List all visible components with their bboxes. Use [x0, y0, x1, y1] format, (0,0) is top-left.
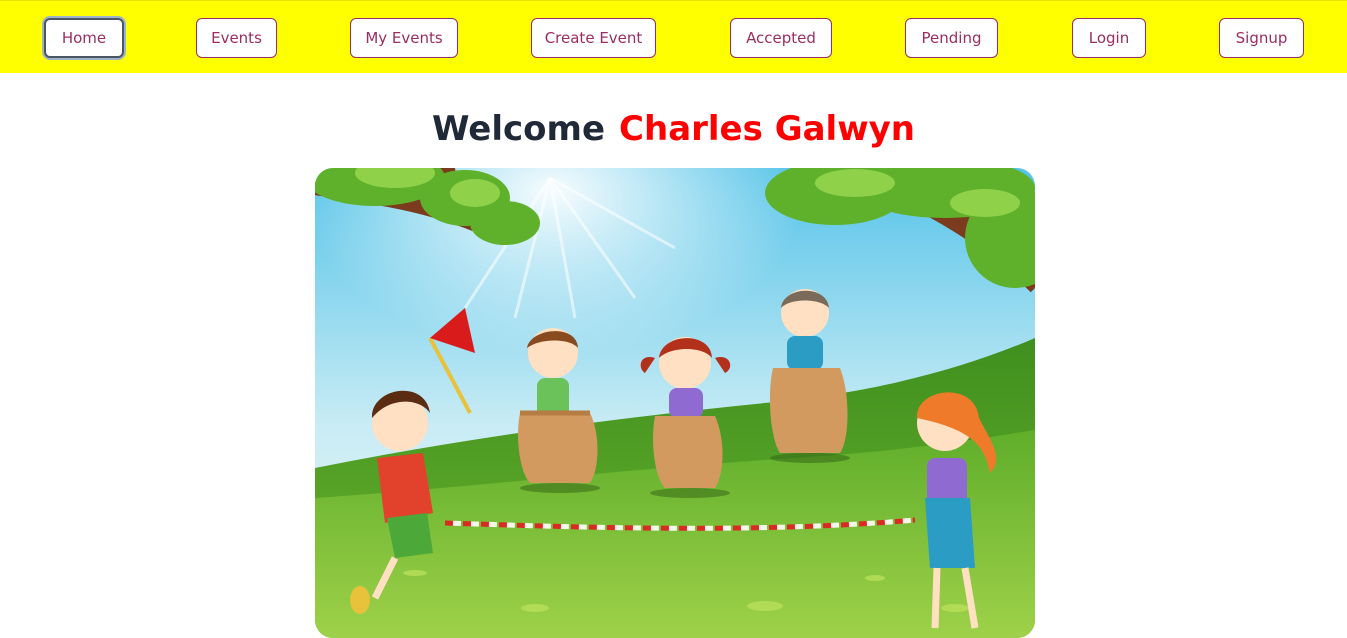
nav-create-event-button[interactable]: Create Event	[531, 18, 656, 58]
nav-events-button[interactable]: Events	[196, 18, 277, 58]
nav-signup-button[interactable]: Signup	[1219, 18, 1304, 58]
nav-my-events-button[interactable]: My Events	[350, 18, 458, 58]
hero-image	[315, 168, 1035, 638]
top-navbar: Home Events My Events Create Event Accep…	[0, 0, 1347, 73]
nav-home-button[interactable]: Home	[44, 18, 124, 58]
welcome-user-name: Charles Galwyn	[619, 109, 915, 149]
kids-sack-race-illustration	[315, 168, 1035, 638]
welcome-greeting: Welcome	[432, 109, 606, 149]
nav-accepted-button[interactable]: Accepted	[730, 18, 832, 58]
nav-login-button[interactable]: Login	[1072, 18, 1146, 58]
welcome-heading: Welcome Charles Galwyn	[0, 108, 1347, 150]
nav-pending-button[interactable]: Pending	[905, 18, 998, 58]
